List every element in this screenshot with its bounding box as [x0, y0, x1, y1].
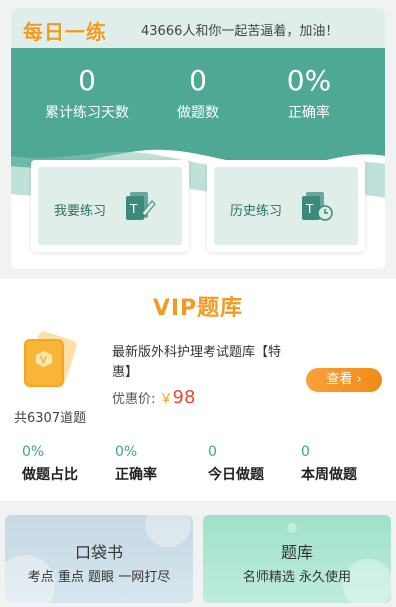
stat-value: 0 [78, 64, 96, 97]
stat-question-count: 0 做题数 [143, 64, 253, 122]
history-entry-label: 历史练习 [230, 204, 283, 219]
question-bank-title: 最新版外科护理考试题库【特惠】 [112, 345, 282, 380]
total-questions: 共6307道题 [14, 411, 87, 426]
question-bank-tile[interactable]: 题库 名师精选 永久使用 [203, 515, 391, 603]
metric-this-week: 0 本周做题 [301, 444, 357, 484]
history-paper-icon: T [302, 192, 333, 221]
stat-practice-days: 0 累计练习天数 [32, 64, 142, 122]
price-currency: ￥ [159, 392, 173, 407]
practice-entry-panel: 我要练习 T [38, 167, 182, 245]
metric-label: 做题占比 [22, 467, 78, 483]
practice-entry-button[interactable]: 我要练习 T [31, 160, 189, 252]
question-bank-tile-title: 题库 [280, 543, 313, 562]
stat-accuracy: 0% 正确率 [254, 64, 364, 122]
metric-value: 0 [208, 444, 217, 460]
daily-practice-header: 每日一练 43666人和你一起苦逼着，加油！ [11, 8, 385, 48]
metric-value: 0% [22, 444, 45, 460]
vip-title: VIP题库 [152, 296, 244, 321]
view-button[interactable]: 查看 › [306, 368, 382, 392]
stat-label: 做题数 [177, 105, 219, 121]
svg-text:T: T [305, 202, 314, 216]
metric-label: 正确率 [115, 467, 157, 483]
stat-value: 0 [189, 64, 207, 97]
stat-value: 0% [286, 64, 332, 97]
stat-label: 累计练习天数 [45, 105, 129, 121]
history-entry-panel: 历史练习 T [214, 167, 358, 245]
metric-progress-ratio: 0% 做题占比 [22, 444, 78, 484]
pocket-book-title: 口袋书 [74, 543, 123, 562]
edit-paper-icon: T [126, 192, 156, 220]
daily-practice-card: 每日一练 43666人和你一起苦逼着，加油！ 0 累计练习天数 0 做题数 0%… [11, 8, 385, 269]
metric-value: 0% [115, 444, 138, 460]
price-label: 优惠价: [112, 392, 156, 407]
price-row: 优惠价: ￥98 [112, 387, 195, 408]
vip-question-bank-section: VIP题库 V 共6307道题 最新版外科护理考试题库【特惠】 优惠价: ￥98… [0, 279, 396, 501]
svg-text:V: V [40, 355, 47, 366]
decor-bubble [287, 523, 297, 533]
svg-text:T: T [129, 202, 138, 216]
brand-title: 每日一练 [23, 20, 107, 44]
metric-today: 0 今日做题 [208, 444, 264, 484]
slogan-text: 43666人和你一起苦逼着，加油！ [141, 24, 339, 39]
metric-value: 0 [301, 444, 310, 460]
chevron-right-icon: › [356, 372, 362, 387]
question-bank-tile-subtitle: 名师精选 永久使用 [242, 570, 352, 585]
practice-entry-label: 我要练习 [54, 204, 107, 219]
metric-label: 今日做题 [208, 467, 264, 483]
metric-label: 本周做题 [301, 467, 357, 483]
price-value: 98 [172, 387, 196, 408]
view-button-label: 查看 [326, 372, 353, 387]
vip-book-icon: V [24, 331, 77, 387]
stat-label: 正确率 [288, 105, 330, 121]
history-entry-button[interactable]: 历史练习 T [207, 160, 365, 252]
pocket-book-subtitle: 考点 重点 题眼 一网打尽 [27, 570, 171, 585]
pocket-book-tile[interactable]: 口袋书 考点 重点 题眼 一网打尽 [5, 515, 193, 603]
metric-accuracy: 0% 正确率 [115, 444, 157, 484]
